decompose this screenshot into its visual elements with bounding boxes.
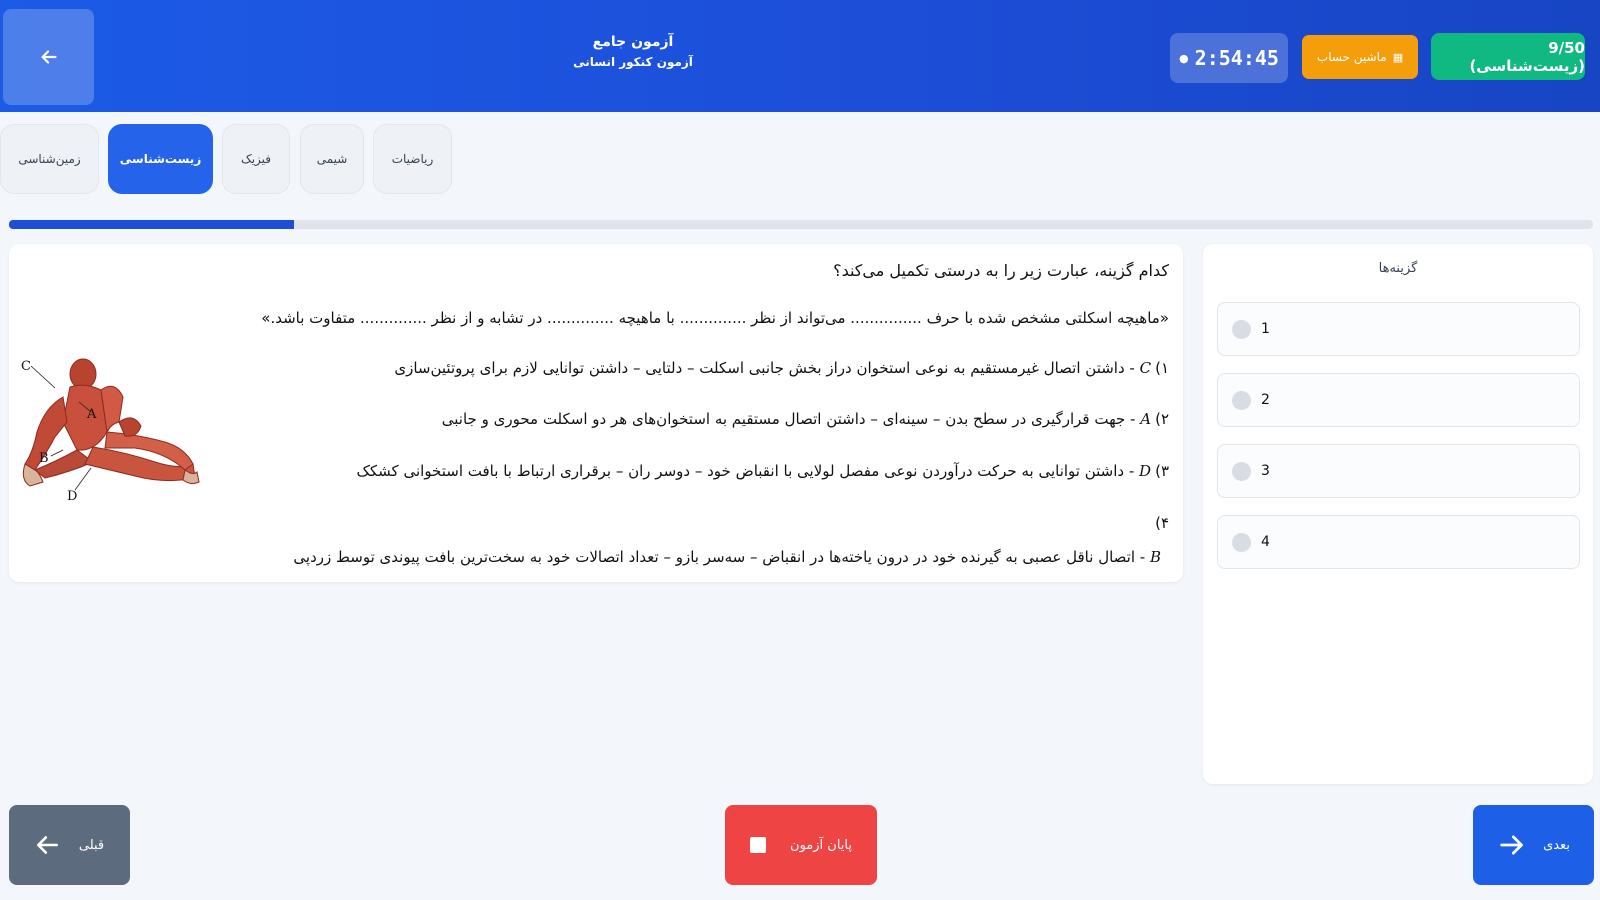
tab-biology[interactable]: زیست‌شناسی: [108, 124, 213, 194]
score-badge: 9/50 (زیست‌شناسی): [1431, 33, 1585, 80]
option-3[interactable]: 3: [1217, 444, 1580, 498]
arrow-left-icon: [40, 50, 57, 64]
tab-math[interactable]: ریاضیات: [373, 124, 452, 194]
muscle-anatomy-figure: C A B D: [21, 358, 200, 502]
choice-letter: C: [1139, 359, 1152, 377]
top-header: آزمون جامع آزمون کنکور انسانی ● 2:54:45 …: [0, 0, 1600, 112]
choice-number: ۲): [1155, 410, 1169, 428]
end-exam-label: پایان آزمون: [790, 837, 852, 853]
tab-geology[interactable]: زمین‌شناسی: [0, 124, 99, 194]
options-title: گزینه‌ها: [1378, 261, 1418, 276]
choice-letter: A: [1140, 410, 1152, 428]
figure-leader-line: [74, 467, 92, 491]
choice-letter: B: [1149, 548, 1161, 566]
figure-leader-line: [30, 365, 56, 389]
progress-fill: [9, 220, 295, 229]
back-button[interactable]: [3, 9, 94, 105]
next-button[interactable]: بعدی: [1473, 805, 1594, 885]
exam-subtitle: آزمون کنکور انسانی: [573, 55, 693, 69]
question-statement: «ماهیچه اسکلتی مشخص شده با حرف .........…: [261, 309, 1169, 327]
question-prompt: کدام گزینه، عبارت زیر را به درستی تکمیل …: [833, 261, 1169, 280]
tab-physics[interactable]: فیزیک: [222, 124, 290, 194]
option-label: 3: [1261, 463, 1270, 479]
exam-timer: ● 2:54:45: [1170, 33, 1288, 83]
choice-text: - اتصال ناقل عصبی به گیرنده خود در درون …: [293, 548, 1150, 566]
tab-chemistry[interactable]: شیمی: [300, 124, 364, 194]
choice-text: - داشتن توانایی به حرکت درآوردن نوعی مفص…: [356, 462, 1140, 480]
choice-3: ۳)D - داشتن توانایی به حرکت درآوردن نوعی…: [356, 462, 1169, 480]
calculator-label: ماشین حساب: [1316, 50, 1387, 64]
timer-value: 2:54:45: [1194, 46, 1279, 70]
radio-button[interactable]: [1232, 532, 1251, 552]
clock-icon: ●: [1179, 51, 1189, 65]
radio-button[interactable]: [1232, 319, 1251, 339]
choice-4-number: ۴): [1155, 514, 1169, 532]
previous-button[interactable]: قبلی: [9, 805, 130, 885]
muscle-body-shape: [22, 358, 200, 487]
exam-title-block: آزمون جامع آزمون کنکور انسانی: [530, 34, 736, 69]
stop-icon: [750, 837, 767, 853]
figure-leader-line: [50, 449, 64, 457]
previous-label: قبلی: [78, 837, 105, 853]
progress-bar: [9, 220, 1593, 229]
option-4[interactable]: 4: [1217, 515, 1580, 569]
choice-2: ۲)A - جهت قرارگیری در سطح بدن – سینه‌ای …: [442, 410, 1169, 428]
end-exam-button[interactable]: پایان آزمون: [725, 805, 877, 885]
choice-text: - جهت قرارگیری در سطح بدن – سینه‌ای – دا…: [441, 410, 1141, 428]
next-label: بعدی: [1543, 837, 1570, 853]
choice-text: - داشتن اتصال غیرمستقیم به نوعی استخوان …: [394, 359, 1140, 377]
figure-label-b: B: [39, 451, 49, 466]
choice-1: ۱)C - داشتن اتصال غیرمستقیم به نوعی استخ…: [394, 359, 1169, 377]
radio-button[interactable]: [1232, 461, 1251, 481]
arrow-left-icon: [36, 836, 58, 854]
calculator-icon: ▦: [1392, 50, 1404, 64]
arrow-right-icon: [1500, 835, 1523, 855]
option-label: 2: [1261, 392, 1270, 408]
question-card: کدام گزینه، عبارت زیر را به درستی تکمیل …: [9, 244, 1183, 582]
exam-title: آزمون جامع: [592, 34, 674, 50]
radio-button[interactable]: [1232, 390, 1251, 410]
option-2[interactable]: 2: [1217, 373, 1580, 427]
calculator-button[interactable]: ▦ ماشین حساب: [1302, 35, 1418, 79]
option-1[interactable]: 1: [1217, 302, 1580, 356]
figure-label-d: D: [67, 489, 77, 502]
options-panel: گزینه‌ها 1 2 3 4: [1203, 244, 1593, 784]
choice-letter: D: [1139, 462, 1152, 480]
choice-number: ۱): [1155, 359, 1169, 377]
option-label: 4: [1261, 534, 1270, 550]
choice-number: ۳): [1155, 462, 1169, 480]
option-label: 1: [1261, 321, 1270, 337]
figure-label-c: C: [21, 359, 31, 374]
choice-4: B - اتصال ناقل عصبی به گیرنده خود در درو…: [293, 548, 1161, 566]
